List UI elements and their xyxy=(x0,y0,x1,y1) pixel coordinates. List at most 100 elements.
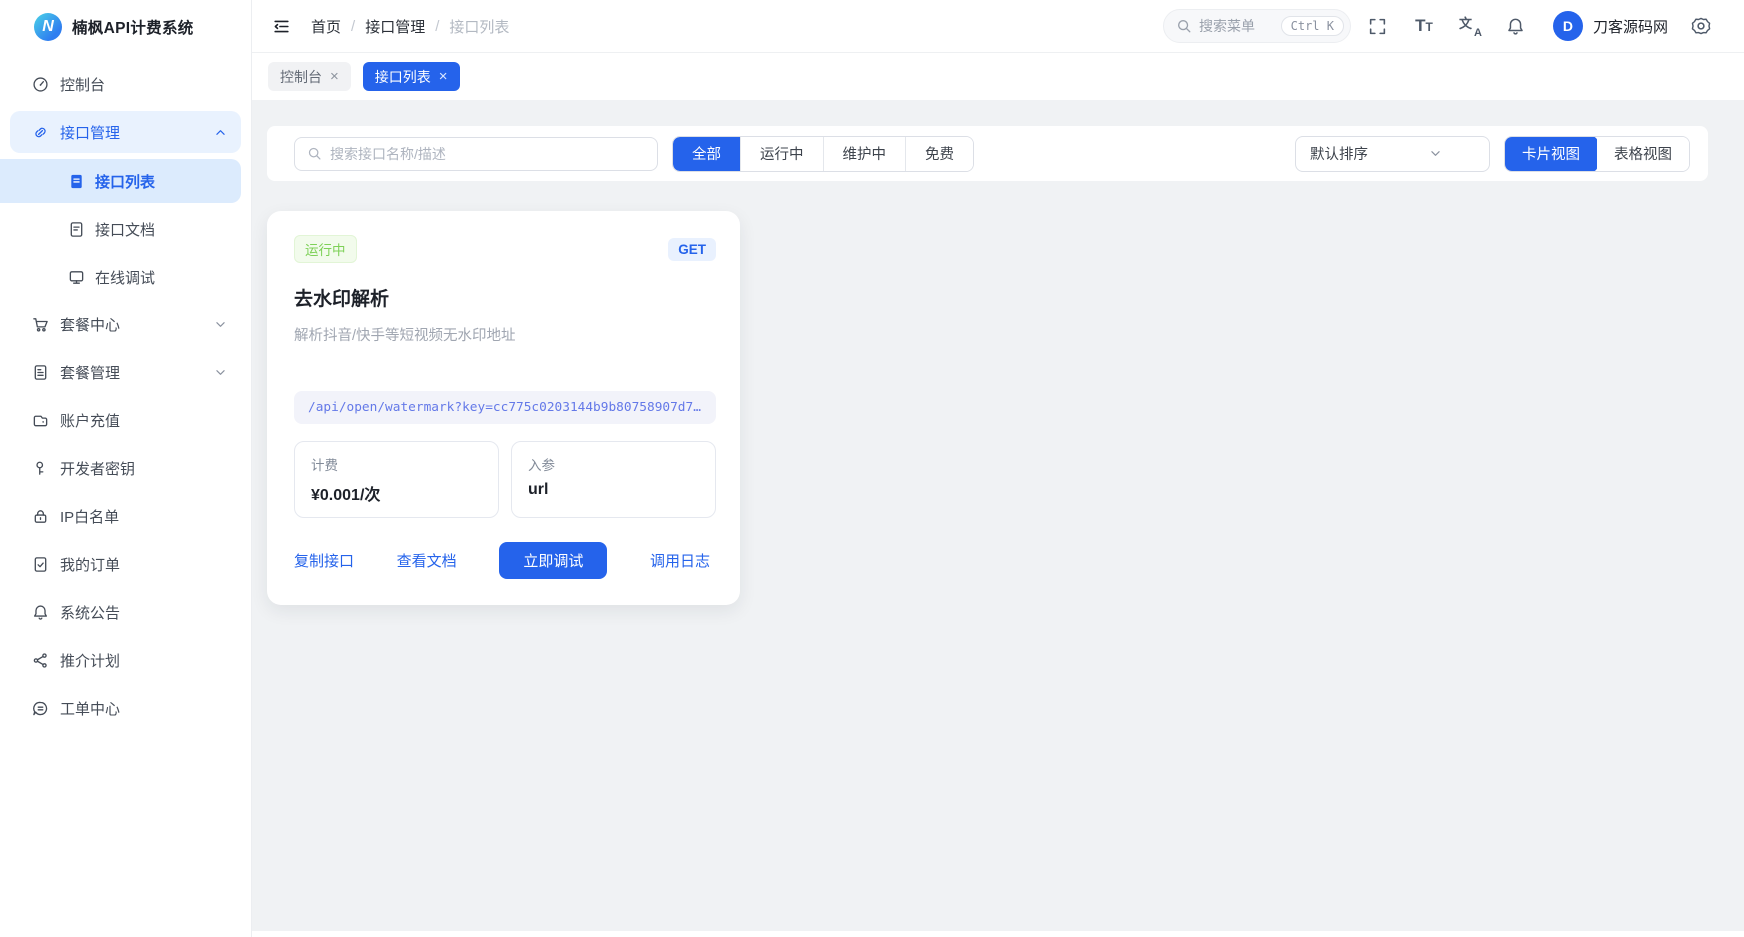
search-icon xyxy=(307,146,322,161)
search-icon xyxy=(1176,18,1192,34)
cart-icon xyxy=(32,316,49,333)
params-stat: 入参 url xyxy=(511,441,716,518)
stat-label: 入参 xyxy=(528,454,699,474)
sidebar-item-account-recharge[interactable]: 账户充值 xyxy=(10,399,241,441)
lock-icon xyxy=(32,508,49,525)
sidebar-item-label: 在线调试 xyxy=(95,267,155,288)
sidebar-collapse-icon[interactable] xyxy=(272,17,291,36)
sidebar-item-label: 接口管理 xyxy=(60,122,203,143)
sidebar-item-ticket-center[interactable]: 工单中心 xyxy=(10,687,241,729)
sidebar-item-label: 接口列表 xyxy=(95,171,155,192)
api-search-field[interactable] xyxy=(294,137,658,171)
filter-toolbar: 全部 运行中 维护中 免费 默认排序 卡片视图 表格视图 xyxy=(267,126,1708,181)
status-filter-all[interactable]: 全部 xyxy=(673,137,740,171)
sidebar-item-ip-whitelist[interactable]: IP白名单 xyxy=(10,495,241,537)
key-icon xyxy=(32,460,49,477)
chevron-up-icon xyxy=(214,126,227,139)
sidebar-item-label: 我的订单 xyxy=(60,554,227,575)
sidebar-item-announcements[interactable]: 系统公告 xyxy=(10,591,241,633)
status-filter-running[interactable]: 运行中 xyxy=(740,137,823,171)
sidebar-item-package-management[interactable]: 套餐管理 xyxy=(10,351,241,393)
sidebar-item-label: 套餐管理 xyxy=(60,362,203,383)
breadcrumb-separator: / xyxy=(435,18,439,35)
sort-select-value: 默认排序 xyxy=(1310,143,1394,164)
copy-api-link[interactable]: 复制接口 xyxy=(294,550,354,571)
status-filter-free[interactable]: 免费 xyxy=(905,137,973,171)
font-size-icon[interactable]: TT xyxy=(1405,7,1443,45)
breadcrumb-current: 接口列表 xyxy=(449,16,509,37)
doc-filled-icon xyxy=(68,173,85,190)
sidebar-item-developer-keys[interactable]: 开发者密钥 xyxy=(10,447,241,489)
breadcrumb-api-management[interactable]: 接口管理 xyxy=(365,16,425,37)
username: 刀客源码网 xyxy=(1593,16,1668,37)
card-view-button[interactable]: 卡片视图 xyxy=(1504,136,1598,172)
sort-select[interactable]: 默认排序 xyxy=(1295,136,1490,172)
doc-lines-icon xyxy=(32,364,49,381)
tab-label: 控制台 xyxy=(280,67,322,87)
bell-icon xyxy=(32,604,49,621)
chat-icon xyxy=(32,700,49,717)
sidebar: N 楠枫API计费系统 控制台 接口管理 xyxy=(0,0,252,937)
sidebar-item-api-docs[interactable]: 接口文档 xyxy=(10,207,241,251)
tab-label: 接口列表 xyxy=(375,67,431,87)
api-card-actions: 复制接口 查看文档 立即调试 调用日志 xyxy=(294,542,716,579)
api-card: 运行中 GET 去水印解析 解析抖音/快手等短视频无水印地址 /api/open… xyxy=(267,211,740,605)
debug-now-button[interactable]: 立即调试 xyxy=(499,542,607,579)
user-menu[interactable]: D 刀客源码网 xyxy=(1553,11,1668,41)
fullscreen-icon[interactable] xyxy=(1359,7,1397,45)
table-view-button[interactable]: 表格视图 xyxy=(1597,137,1689,171)
sidebar-nav: 控制台 接口管理 接口列表 接 xyxy=(0,53,251,729)
api-search-input[interactable] xyxy=(330,146,645,162)
sidebar-item-referral-program[interactable]: 推介计划 xyxy=(10,639,241,681)
api-stats: 计费 ¥0.001/次 入参 url xyxy=(294,441,716,518)
search-shortcut-badge: Ctrl K xyxy=(1281,16,1344,36)
breadcrumb-separator: / xyxy=(351,18,355,35)
chevron-down-icon xyxy=(214,318,227,331)
chevron-down-icon xyxy=(1394,147,1478,160)
close-icon[interactable]: × xyxy=(330,69,339,84)
sidebar-item-api-management[interactable]: 接口管理 xyxy=(10,111,241,153)
breadcrumb-home[interactable]: 首页 xyxy=(311,16,341,37)
app-root: N 楠枫API计费系统 控制台 接口管理 xyxy=(0,0,1744,937)
sidebar-item-my-orders[interactable]: 我的订单 xyxy=(10,543,241,585)
chevron-down-icon xyxy=(214,366,227,379)
api-title: 去水印解析 xyxy=(294,284,716,311)
avatar: D xyxy=(1553,11,1583,41)
sidebar-item-api-list[interactable]: 接口列表 xyxy=(0,159,241,203)
stat-value: ¥0.001/次 xyxy=(311,481,482,505)
billing-stat: 计费 ¥0.001/次 xyxy=(294,441,499,518)
call-logs-link[interactable]: 调用日志 xyxy=(650,550,710,571)
language-switch-icon[interactable]: 文A xyxy=(1451,7,1489,45)
view-toggle-group: 卡片视图 表格视图 xyxy=(1504,136,1690,172)
view-docs-link[interactable]: 查看文档 xyxy=(397,550,457,571)
wallet-icon xyxy=(32,412,49,429)
api-endpoint[interactable]: /api/open/watermark?key=cc775c0203144b9b… xyxy=(294,391,716,424)
api-card-badges: 运行中 GET xyxy=(294,235,716,263)
sidebar-item-console[interactable]: 控制台 xyxy=(10,63,241,105)
status-filter-group: 全部 运行中 维护中 免费 xyxy=(672,136,974,172)
api-description: 解析抖音/快手等短视频无水印地址 xyxy=(294,324,716,345)
http-method-badge: GET xyxy=(668,238,716,261)
notification-bell-icon[interactable] xyxy=(1497,7,1535,45)
tab-console[interactable]: 控制台 × xyxy=(268,62,351,91)
main-column: 首页 / 接口管理 / 接口列表 搜索菜单 Ctrl K TT 文 xyxy=(252,0,1744,937)
sidebar-item-package-center[interactable]: 套餐中心 xyxy=(10,303,241,345)
sidebar-item-label: 账户充值 xyxy=(60,410,227,431)
sidebar-item-label: 接口文档 xyxy=(95,219,155,240)
app-title: 楠枫API计费系统 xyxy=(72,16,194,38)
tab-api-list[interactable]: 接口列表 × xyxy=(363,62,460,91)
sidebar-item-label: IP白名单 xyxy=(60,506,227,527)
sidebar-item-label: 开发者密钥 xyxy=(60,458,227,479)
close-icon[interactable]: × xyxy=(439,69,448,84)
page-content: 全部 运行中 维护中 免费 默认排序 卡片视图 表格视图 xyxy=(252,100,1744,937)
breadcrumb: 首页 / 接口管理 / 接口列表 xyxy=(311,16,509,37)
sidebar-item-label: 控制台 xyxy=(60,74,227,95)
monitor-icon xyxy=(68,269,85,286)
filter-right-group: 默认排序 卡片视图 表格视图 xyxy=(1295,136,1690,172)
settings-gear-icon[interactable] xyxy=(1682,7,1720,45)
sidebar-item-online-debug[interactable]: 在线调试 xyxy=(10,255,241,299)
stat-label: 计费 xyxy=(311,454,482,474)
status-filter-maintenance[interactable]: 维护中 xyxy=(823,137,906,171)
menu-search-input[interactable]: 搜索菜单 Ctrl K xyxy=(1163,9,1351,43)
link-icon xyxy=(32,124,49,141)
